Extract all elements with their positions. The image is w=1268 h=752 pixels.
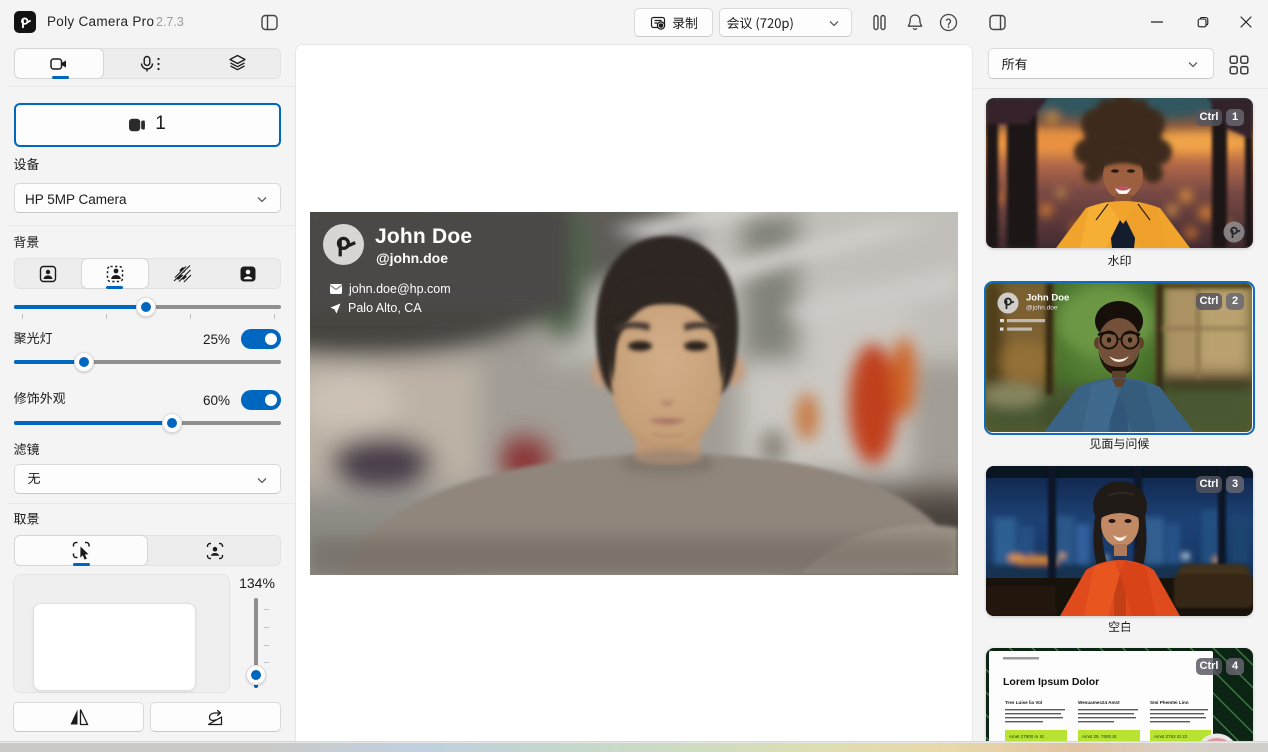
svg-text:Amst 29. 7600 St: Amst 29. 7600 St xyxy=(1082,734,1117,739)
svg-text:@john.doe: @john.doe xyxy=(1026,305,1058,312)
svg-text:Lorem Ipsum Dolor: Lorem Ipsum Dolor xyxy=(1003,676,1099,688)
svg-text:Smi Phemtei Linn: Smi Phemtei Linn xyxy=(1150,700,1189,705)
svg-text:Amst 2763 St 22: Amst 2763 St 22 xyxy=(1154,734,1188,739)
svg-text:Tres Luise lia Vol: Tres Luise lia Vol xyxy=(1005,700,1042,705)
svg-text:Amet 27900 m St: Amet 27900 m St xyxy=(1009,734,1045,739)
svg-text:Wesuames24 Amst: Wesuames24 Amst xyxy=(1078,700,1120,705)
svg-text:John Doe: John Doe xyxy=(1026,293,1069,304)
